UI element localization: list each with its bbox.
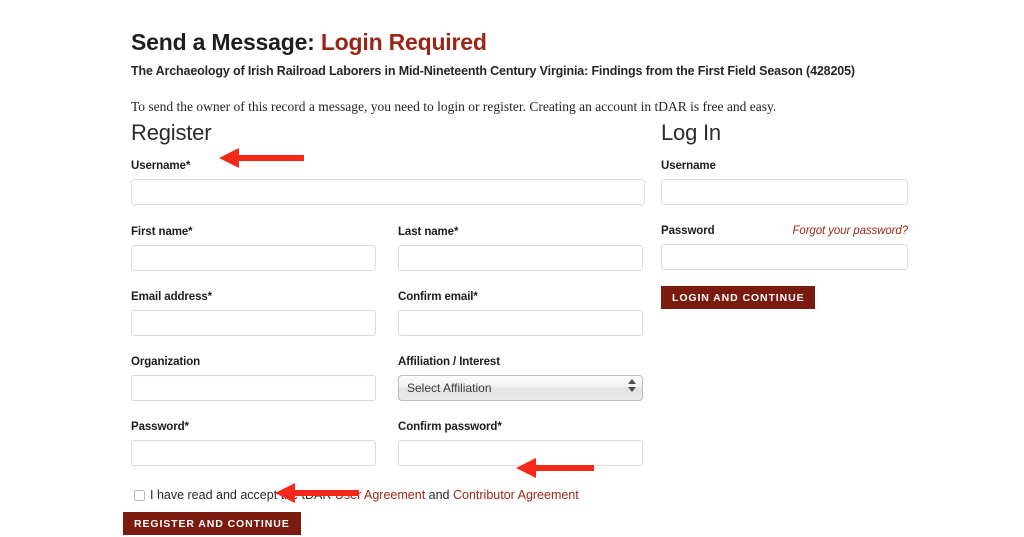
agreement-prefix: I have read and accept the tDAR — [150, 488, 335, 502]
email-input[interactable] — [131, 310, 376, 336]
affiliation-select[interactable]: Select Affiliation — [398, 375, 643, 401]
affiliation-label: Affiliation / Interest — [398, 356, 500, 368]
field-confirm-email: Confirm email* — [398, 290, 643, 336]
field-confirm-password: Confirm password* — [398, 420, 643, 466]
register-heading: Register — [131, 120, 212, 145]
field-password: Password* — [131, 420, 376, 466]
login-password-label-row: Password Forgot your password? — [661, 224, 908, 238]
email-row: Email address* Confirm email* — [131, 290, 645, 355]
login-password-input[interactable] — [661, 244, 908, 270]
agreement-middle: and — [425, 488, 453, 502]
field-email: Email address* — [131, 290, 376, 336]
confirm-password-input[interactable] — [398, 440, 643, 466]
agreement-checkbox[interactable] — [134, 490, 145, 501]
confirm-password-label: Confirm password* — [398, 421, 502, 433]
login-button-wrap: Login and Continue — [661, 286, 908, 309]
login-heading: Log In — [661, 120, 721, 145]
login-column: Log In Username Password Forgot your pas… — [661, 120, 908, 309]
page-root: Send a Message: Login Required The Archa… — [0, 0, 1024, 537]
name-row: First name* Last name* — [131, 225, 645, 290]
page-title-accent: Login Required — [320, 29, 487, 55]
login-password-label: Password — [661, 225, 715, 237]
username-label: Username* — [131, 160, 191, 172]
organization-row: Organization Affiliation / Interest Sele… — [131, 355, 645, 420]
field-login-username: Username — [661, 159, 908, 205]
field-affiliation: Affiliation / Interest Select Affiliatio… — [398, 355, 643, 401]
password-row: Password* Confirm password* — [131, 420, 645, 485]
record-subtitle: The Archaeology of Irish Railroad Labore… — [131, 64, 855, 78]
first-name-input[interactable] — [131, 245, 376, 271]
username-input[interactable] — [131, 179, 645, 205]
forgot-password-link[interactable]: Forgot your password? — [792, 225, 908, 237]
stepper-arrows-icon — [628, 379, 636, 397]
intro-paragraph: To send the owner of this record a messa… — [131, 99, 777, 114]
last-name-input[interactable] — [398, 245, 643, 271]
register-column: Register Username* First name* Last name… — [123, 120, 645, 535]
register-and-continue-button[interactable]: Register and Continue — [123, 512, 301, 535]
field-first-name: First name* — [131, 225, 376, 271]
email-label: Email address* — [131, 291, 213, 303]
login-username-input[interactable] — [661, 179, 908, 205]
organization-input[interactable] — [131, 375, 376, 401]
field-last-name: Last name* — [398, 225, 643, 271]
login-username-label: Username — [661, 160, 716, 172]
agreement-text: I have read and accept the tDAR User Agr… — [150, 488, 579, 503]
agreement-row: I have read and accept the tDAR User Agr… — [131, 488, 645, 503]
login-and-continue-button[interactable]: Login and Continue — [661, 286, 816, 309]
confirm-email-label: Confirm email* — [398, 291, 478, 303]
password-label: Password* — [131, 421, 189, 433]
user-agreement-link[interactable]: User Agreement — [335, 488, 425, 502]
page-title: Send a Message: Login Required — [131, 28, 931, 56]
field-login-password: Password Forgot your password? — [661, 224, 908, 270]
password-input[interactable] — [131, 440, 376, 466]
contributor-agreement-link[interactable]: Contributor Agreement — [453, 488, 579, 502]
affiliation-selected-value: Select Affiliation — [398, 375, 643, 401]
last-name-label: Last name* — [398, 226, 459, 238]
confirm-email-input[interactable] — [398, 310, 643, 336]
field-username: Username* — [131, 159, 645, 205]
page-title-prefix: Send a Message: — [131, 29, 321, 55]
field-organization: Organization — [131, 355, 376, 401]
page-header: Send a Message: Login Required The Archa… — [131, 28, 931, 79]
first-name-label: First name* — [131, 226, 193, 238]
organization-label: Organization — [131, 356, 201, 368]
